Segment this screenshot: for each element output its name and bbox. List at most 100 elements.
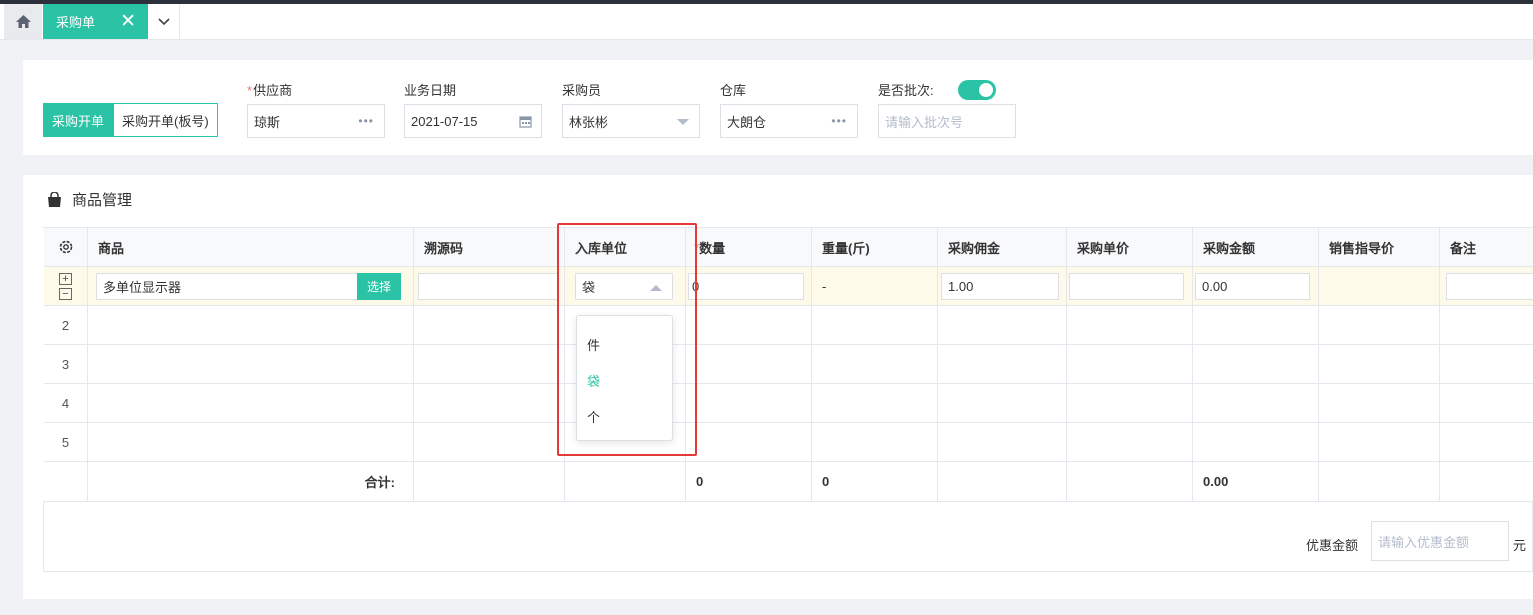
row-number: 4 bbox=[44, 384, 88, 423]
remark-cell[interactable] bbox=[1440, 345, 1533, 384]
more-dots-icon[interactable]: ••• bbox=[831, 114, 847, 128]
supplier-label: *供应商 bbox=[247, 80, 292, 99]
choose-product-button[interactable]: 选择 bbox=[357, 273, 401, 300]
commission-cell[interactable] bbox=[938, 306, 1067, 345]
summary-commission bbox=[938, 462, 1067, 502]
product-cell[interactable] bbox=[88, 345, 414, 384]
calendar-icon[interactable] bbox=[519, 115, 532, 128]
product-input[interactable]: 多单位显示器 bbox=[96, 273, 358, 300]
row-controls: + − bbox=[44, 267, 88, 306]
weight-cell bbox=[812, 384, 938, 423]
remark-cell[interactable] bbox=[1440, 423, 1533, 462]
table-row: 3 bbox=[44, 345, 1533, 384]
weight-cell bbox=[812, 306, 938, 345]
batch-label: 是否批次: bbox=[878, 83, 934, 98]
remark-cell bbox=[1440, 267, 1533, 306]
date-label: 业务日期 bbox=[404, 83, 457, 98]
discount-area: 优惠金额 请输入优惠金额 元 › bbox=[43, 501, 1533, 572]
summary-weight: 0 bbox=[812, 462, 938, 502]
weight-value: - bbox=[822, 278, 827, 294]
guide-price-cell bbox=[1319, 267, 1440, 306]
mode-button-purchase-board[interactable]: 采购开单(板号) bbox=[113, 103, 218, 137]
quantity-cell: 0 bbox=[686, 267, 812, 306]
summary-unit-price bbox=[1067, 462, 1193, 502]
trace-code-cell[interactable] bbox=[414, 306, 565, 345]
product-cell[interactable] bbox=[88, 423, 414, 462]
weight-cell bbox=[812, 423, 938, 462]
header-trace-code: 溯源码 bbox=[414, 228, 565, 267]
discount-placeholder: 请输入优惠金额 bbox=[1378, 534, 1470, 550]
guide-price-cell bbox=[1319, 306, 1440, 345]
batch-input[interactable]: 请输入批次号 bbox=[878, 104, 1016, 138]
mode-switch: 采购开单 采购开单(板号) bbox=[43, 103, 218, 137]
gear-icon[interactable] bbox=[58, 239, 74, 255]
mode-button-purchase[interactable]: 采购开单 bbox=[43, 103, 114, 137]
summary-label: 合计: bbox=[88, 462, 414, 502]
summary-row: 合计: 0 0 0.00 bbox=[44, 462, 1533, 502]
unit-price-cell[interactable] bbox=[1067, 306, 1193, 345]
product-cell[interactable] bbox=[88, 306, 414, 345]
home-tab[interactable] bbox=[4, 4, 42, 39]
commission-input[interactable]: 1.00 bbox=[941, 273, 1059, 300]
amount-cell[interactable] bbox=[1193, 345, 1319, 384]
summary-trace-code bbox=[414, 462, 565, 502]
more-dots-icon[interactable]: ••• bbox=[358, 114, 374, 128]
commission-cell[interactable] bbox=[938, 423, 1067, 462]
header-guide-price: 销售指导价 bbox=[1319, 228, 1440, 267]
commission-cell[interactable] bbox=[938, 384, 1067, 423]
unit-price-input[interactable] bbox=[1069, 273, 1184, 300]
amount-input[interactable]: 0.00 bbox=[1195, 273, 1310, 300]
header-quantity-text: 数量 bbox=[699, 240, 726, 256]
quantity-cell[interactable] bbox=[686, 423, 812, 462]
trace-code-cell[interactable] bbox=[414, 423, 565, 462]
column-settings-cell bbox=[44, 228, 88, 267]
header-weight: 重量(斤) bbox=[812, 228, 938, 267]
header-product: 商品 bbox=[88, 228, 414, 267]
batch-toggle[interactable] bbox=[958, 80, 996, 100]
unit-price-cell[interactable] bbox=[1067, 423, 1193, 462]
remark-cell[interactable] bbox=[1440, 306, 1533, 345]
header-quantity: * 数量 bbox=[686, 228, 812, 267]
summary-blank bbox=[44, 462, 88, 502]
trace-code-input[interactable] bbox=[418, 273, 558, 300]
unit-price-cell[interactable] bbox=[1067, 345, 1193, 384]
tab-purchase-order[interactable]: 采购单 ✕ bbox=[43, 4, 148, 39]
close-icon[interactable]: ✕ bbox=[120, 12, 136, 31]
trace-code-cell[interactable] bbox=[414, 345, 565, 384]
amount-cell[interactable] bbox=[1193, 423, 1319, 462]
table-row: 4 bbox=[44, 384, 1533, 423]
warehouse-field[interactable]: 大朗仓 ••• bbox=[720, 104, 858, 138]
discount-label: 优惠金额 bbox=[1306, 538, 1359, 553]
toggle-knob bbox=[979, 83, 993, 97]
minus-icon[interactable]: − bbox=[59, 287, 72, 300]
chevron-down-icon bbox=[157, 17, 170, 25]
summary-unit bbox=[565, 462, 686, 502]
trace-code-cell bbox=[414, 267, 565, 306]
quantity-cell[interactable] bbox=[686, 384, 812, 423]
commission-cell[interactable] bbox=[938, 345, 1067, 384]
remark-cell[interactable] bbox=[1440, 384, 1533, 423]
product-cell: 多单位显示器 选择 bbox=[88, 267, 414, 306]
remark-input[interactable] bbox=[1446, 273, 1533, 300]
quantity-input[interactable]: 0 bbox=[688, 273, 804, 300]
trace-code-cell[interactable] bbox=[414, 384, 565, 423]
product-cell[interactable] bbox=[88, 384, 414, 423]
goods-panel: 商品管理 商品 溯源码 入库单位 * 数量 重量(斤) 采购佣金 采购单价 采购金… bbox=[23, 175, 1533, 599]
unit-price-cell[interactable] bbox=[1067, 384, 1193, 423]
quantity-cell[interactable] bbox=[686, 306, 812, 345]
discount-input[interactable]: 请输入优惠金额 bbox=[1371, 521, 1509, 561]
unit-price-cell bbox=[1067, 267, 1193, 306]
date-field[interactable]: 2021-07-15 bbox=[404, 104, 542, 138]
goods-section-title: 商品管理 bbox=[47, 189, 132, 210]
amount-cell[interactable] bbox=[1193, 384, 1319, 423]
summary-quantity: 0 bbox=[686, 462, 812, 502]
order-header-panel: 采购开单 采购开单(板号) *供应商 琼斯 ••• 业务日期 2021-07-1… bbox=[23, 60, 1533, 155]
summary-amount: 0.00 bbox=[1193, 462, 1319, 502]
amount-cell[interactable] bbox=[1193, 306, 1319, 345]
quantity-cell[interactable] bbox=[686, 345, 812, 384]
supplier-field[interactable]: 琼斯 ••• bbox=[247, 104, 385, 138]
plus-icon[interactable]: + bbox=[59, 272, 72, 285]
warehouse-value: 大朗仓 bbox=[727, 114, 767, 130]
tab-dropdown-button[interactable] bbox=[148, 4, 180, 39]
buyer-select[interactable]: 林张彬 bbox=[562, 104, 700, 138]
